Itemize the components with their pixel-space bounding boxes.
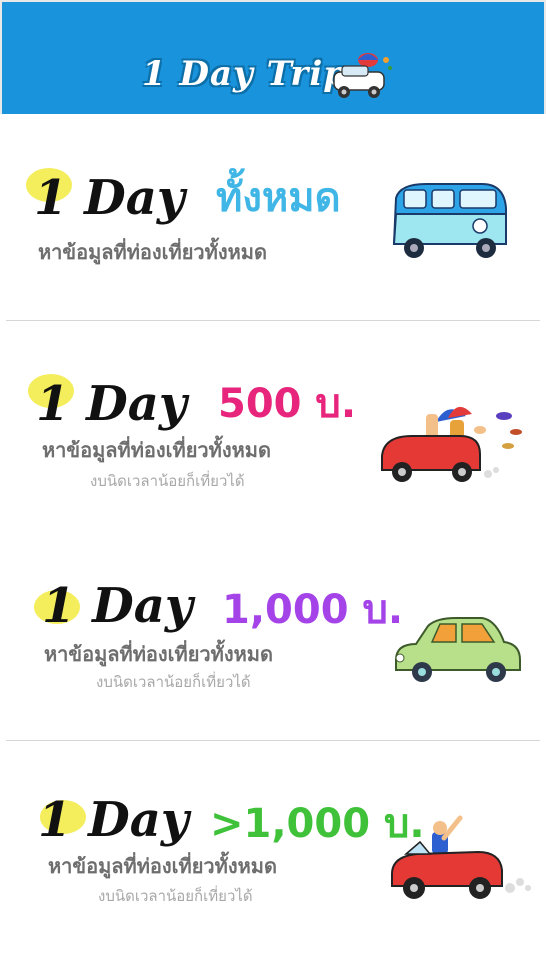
divider — [6, 320, 540, 321]
app-header: 1 Day Trip — [0, 0, 546, 114]
price-label: 500 บ. — [218, 381, 357, 427]
tagline-text: งบนิดเวลาน้อยก็เที่ยวได้ — [90, 472, 245, 490]
category-card-all[interactable]: 1 Day ทั้งหมด หาข้อมูลที่ท่องเที่ยวทั้งห… — [6, 118, 540, 318]
sedan-car-icon — [395, 617, 521, 682]
brand-label: 1 Day — [34, 170, 185, 226]
subtitle-text: หาข้อมูลที่ท่องเที่ยวทั้งหมด — [44, 642, 273, 666]
sports-car-icon — [391, 815, 531, 899]
van-icon — [392, 183, 507, 258]
subtitle-text: หาข้อมูลที่ท่องเที่ยวทั้งหมด — [42, 438, 271, 462]
price-label: 1,000 บ. — [222, 587, 404, 633]
app-title: 1 Day Trip — [142, 54, 349, 94]
category-card-1000[interactable]: 1 Day 1,000 บ. หาข้อมูลที่ท่องเที่ยวทั้ง… — [6, 540, 540, 732]
brand-label: 1 Day — [42, 578, 193, 634]
car-icon — [333, 53, 392, 98]
category-card-over-1000[interactable]: 1 Day >1,000 บ. หาข้อมูลที่ท่องเที่ยวทั้… — [6, 746, 540, 956]
brand-label: 1 Day — [38, 792, 189, 848]
convertible-car-icon — [381, 406, 522, 482]
tagline-text: งบนิดเวลาน้อยก็เที่ยวได้ — [96, 673, 251, 691]
subtitle-text: หาข้อมูลที่ท่องเที่ยวทั้งหมด — [48, 854, 277, 878]
divider — [6, 740, 540, 741]
tagline-text: งบนิดเวลาน้อยก็เที่ยวได้ — [98, 887, 253, 905]
subtitle-text: หาข้อมูลที่ท่องเที่ยวทั้งหมด — [38, 240, 267, 264]
brand-label: 1 Day — [36, 376, 187, 432]
category-card-500[interactable]: 1 Day 500 บ. หาข้อมูลที่ท่องเที่ยวทั้งหม… — [6, 326, 540, 532]
price-label: ทั้งหมด — [216, 175, 341, 221]
